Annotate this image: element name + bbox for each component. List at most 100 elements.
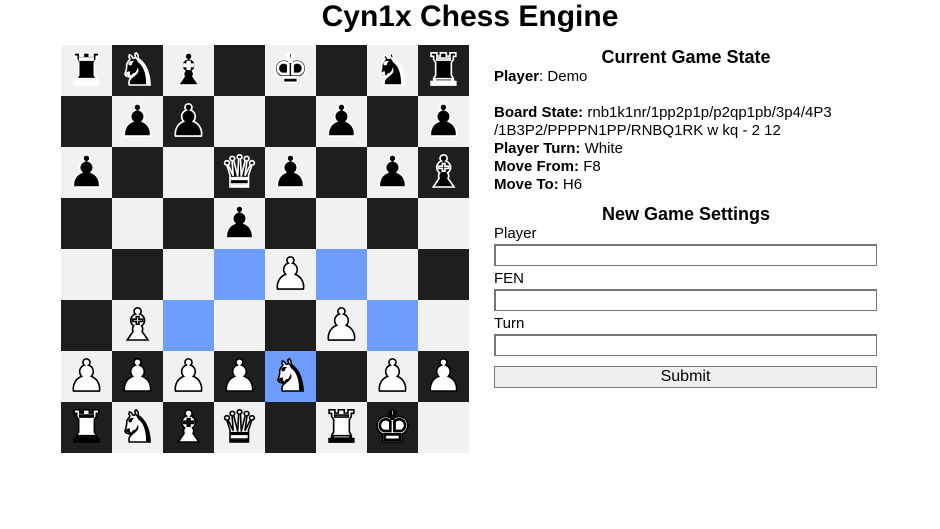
square-c3[interactable] (163, 300, 214, 351)
black-pawn-icon[interactable]: ♟ (168, 95, 209, 148)
black-rook-icon[interactable]: ♜ (66, 44, 107, 97)
white-pawn-icon[interactable]: ♟ (372, 350, 413, 403)
white-knight-icon[interactable]: ♞ (270, 350, 311, 403)
chess-board[interactable]: ♜ ♞ ♝ ♚ ♞ ♜ ♟ ♟ ♟ ♟ ♟ ♛ ♟ ♟ ♝ ♟ ♟ ♝ ♟ ♟ ♟ ♟ ♟ ♞ ♟ ♟ ♜ ♞ ♝ ♛ ♜ ♚ (61, 44, 469, 454)
white-pawn-icon[interactable]: ♟ (321, 299, 362, 352)
black-bishop-icon[interactable]: ♝ (423, 146, 464, 199)
square-b7[interactable]: ♟ (112, 95, 163, 148)
square-c8[interactable]: ♝ (163, 44, 214, 97)
square-e8[interactable]: ♚ (265, 44, 316, 97)
square-f8[interactable] (316, 45, 367, 96)
fen-input[interactable] (494, 289, 877, 311)
square-b6[interactable] (112, 147, 163, 198)
square-g5[interactable] (367, 198, 418, 249)
black-queen-icon[interactable]: ♛ (219, 146, 260, 199)
black-bishop-icon[interactable]: ♝ (168, 44, 209, 97)
square-d2[interactable]: ♟ (214, 350, 265, 403)
square-e7[interactable] (265, 96, 316, 147)
square-h2[interactable]: ♟ (418, 350, 469, 403)
white-bishop-icon[interactable]: ♝ (168, 401, 209, 454)
black-pawn-icon[interactable]: ♟ (372, 146, 413, 199)
square-a1[interactable]: ♜ (61, 401, 112, 454)
square-e6[interactable]: ♟ (265, 146, 316, 199)
white-pawn-icon[interactable]: ♟ (423, 350, 464, 403)
square-f3[interactable]: ♟ (316, 299, 367, 352)
square-b2[interactable]: ♟ (112, 350, 163, 403)
square-h6[interactable]: ♝ (418, 146, 469, 199)
square-a7[interactable] (61, 96, 112, 147)
square-g2[interactable]: ♟ (367, 350, 418, 403)
square-d6[interactable]: ♛ (214, 146, 265, 199)
square-c1[interactable]: ♝ (163, 401, 214, 454)
black-knight-icon[interactable]: ♞ (372, 44, 413, 97)
square-h5[interactable] (418, 198, 469, 249)
square-h8[interactable]: ♜ (418, 44, 469, 97)
square-g1[interactable]: ♚ (367, 401, 418, 454)
square-e1[interactable] (265, 402, 316, 453)
white-pawn-icon[interactable]: ♟ (168, 350, 209, 403)
square-f6[interactable] (316, 147, 367, 198)
black-pawn-icon[interactable]: ♟ (219, 197, 260, 250)
white-bishop-icon[interactable]: ♝ (117, 299, 158, 352)
square-d3[interactable] (214, 300, 265, 351)
square-a6[interactable]: ♟ (61, 146, 112, 199)
white-knight-icon[interactable]: ♞ (117, 401, 158, 454)
square-b8[interactable]: ♞ (112, 44, 163, 97)
square-d5[interactable]: ♟ (214, 197, 265, 250)
white-rook-icon[interactable]: ♜ (66, 401, 107, 454)
white-pawn-icon[interactable]: ♟ (66, 350, 107, 403)
black-pawn-icon[interactable]: ♟ (321, 95, 362, 148)
square-a2[interactable]: ♟ (61, 350, 112, 403)
square-c6[interactable] (163, 147, 214, 198)
square-f2[interactable] (316, 351, 367, 402)
square-c7[interactable]: ♟ (163, 95, 214, 148)
square-e3[interactable] (265, 300, 316, 351)
black-pawn-icon[interactable]: ♟ (66, 146, 107, 199)
square-f5[interactable] (316, 198, 367, 249)
square-g8[interactable]: ♞ (367, 44, 418, 97)
square-e4[interactable]: ♟ (265, 248, 316, 301)
square-a5[interactable] (61, 198, 112, 249)
square-e2[interactable]: ♞ (265, 350, 316, 403)
square-f7[interactable]: ♟ (316, 95, 367, 148)
square-h7[interactable]: ♟ (418, 95, 469, 148)
square-c5[interactable] (163, 198, 214, 249)
square-g3[interactable] (367, 300, 418, 351)
square-h3[interactable] (418, 300, 469, 351)
square-a8[interactable]: ♜ (61, 44, 112, 97)
square-d8[interactable] (214, 45, 265, 96)
square-g7[interactable] (367, 96, 418, 147)
black-king-icon[interactable]: ♚ (270, 44, 311, 97)
square-b1[interactable]: ♞ (112, 401, 163, 454)
square-c2[interactable]: ♟ (163, 350, 214, 403)
square-e5[interactable] (265, 198, 316, 249)
square-b4[interactable] (112, 249, 163, 300)
player-input[interactable] (494, 244, 877, 266)
square-h1[interactable] (418, 402, 469, 453)
black-rook-icon[interactable]: ♜ (423, 44, 464, 97)
black-knight-icon[interactable]: ♞ (117, 44, 158, 97)
square-a4[interactable] (61, 249, 112, 300)
square-d4[interactable] (214, 249, 265, 300)
submit-button[interactable]: Submit (494, 366, 877, 388)
white-pawn-icon[interactable]: ♟ (117, 350, 158, 403)
black-pawn-icon[interactable]: ♟ (423, 95, 464, 148)
white-pawn-icon[interactable]: ♟ (219, 350, 260, 403)
white-pawn-icon[interactable]: ♟ (270, 248, 311, 301)
black-pawn-icon[interactable]: ♟ (117, 95, 158, 148)
white-rook-icon[interactable]: ♜ (321, 401, 362, 454)
square-d1[interactable]: ♛ (214, 401, 265, 454)
turn-input[interactable] (494, 334, 877, 356)
square-f4[interactable] (316, 249, 367, 300)
black-pawn-icon[interactable]: ♟ (270, 146, 311, 199)
square-h4[interactable] (418, 249, 469, 300)
square-b5[interactable] (112, 198, 163, 249)
square-a3[interactable] (61, 300, 112, 351)
white-queen-icon[interactable]: ♛ (219, 401, 260, 454)
square-g6[interactable]: ♟ (367, 146, 418, 199)
square-c4[interactable] (163, 249, 214, 300)
square-f1[interactable]: ♜ (316, 401, 367, 454)
square-b3[interactable]: ♝ (112, 299, 163, 352)
square-g4[interactable] (367, 249, 418, 300)
white-king-icon[interactable]: ♚ (372, 401, 413, 454)
